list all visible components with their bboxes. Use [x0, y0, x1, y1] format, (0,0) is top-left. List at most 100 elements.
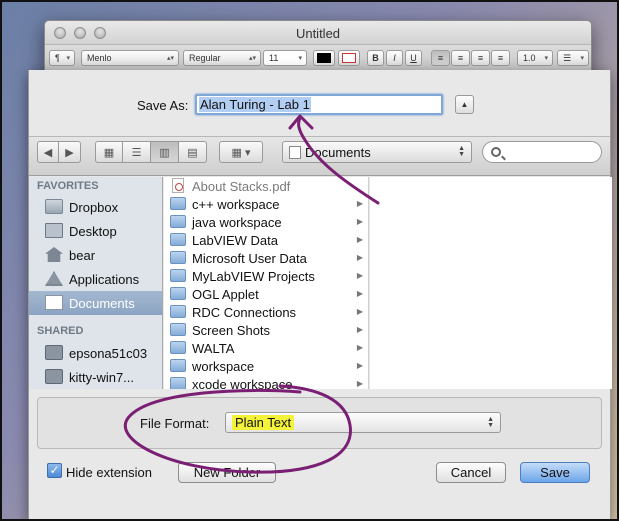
sidebar-item-label: epsona51c03 [69, 345, 148, 361]
view-coverflow-button[interactable]: ▤ [179, 141, 207, 163]
save-button[interactable]: Save [520, 462, 590, 483]
list-item[interactable]: Screen Shots ▶ [164, 321, 368, 339]
desktop-icon [45, 223, 63, 238]
text-color-swatch[interactable] [313, 50, 335, 66]
checkmark-icon: ✓ [49, 463, 60, 477]
font-family-select[interactable]: Menlo ▴▾ [81, 50, 179, 66]
underline-button[interactable]: U [405, 50, 422, 66]
file-name: OGL Applet [192, 286, 259, 302]
pdf-file-icon [172, 178, 184, 193]
sidebar-item-label: Documents [69, 295, 135, 311]
list-item[interactable]: LabVIEW Data ▶ [164, 231, 368, 249]
save-sheet: Save As: Alan Turing - Lab 1 ▲ ◀ ▶ ▦ ☰ ▥… [28, 70, 612, 521]
list-icon: ☰ [563, 52, 572, 63]
list-view-icon: ☰ [131, 146, 142, 159]
list-item[interactable]: java workspace ▶ [164, 213, 368, 231]
line-spacing-select[interactable]: 1.0 ▾ [517, 50, 553, 66]
sidebar-item-label: Desktop [69, 223, 117, 239]
hide-extension-checkbox[interactable]: ✓ [47, 463, 62, 478]
align-right-button[interactable]: ≡ [471, 50, 490, 66]
highlight-color-swatch[interactable] [338, 50, 360, 66]
font-style-select[interactable]: Regular ▴▾ [183, 50, 261, 66]
paragraph-styles-button[interactable]: ¶ ▾ [49, 50, 75, 66]
file-name: MyLabVIEW Projects [192, 268, 315, 284]
back-button[interactable]: ◀ [37, 141, 59, 163]
chevron-right-icon: ▶ [356, 235, 363, 244]
folder-icon [170, 305, 186, 318]
sidebar-item-bear[interactable]: bear [29, 243, 162, 267]
sidebar-item-documents[interactable]: Documents [29, 291, 162, 315]
shared-header: SHARED [37, 325, 84, 337]
chevron-down-icon: ▾ [580, 55, 584, 62]
format-bar: ¶ ▾ Menlo ▴▾ Regular ▴▾ 11 ▾ B I U ≡ ≡ ≡ ≡ 1… [45, 45, 591, 71]
sidebar: FAVORITES Dropbox Desktop bear Applicati… [29, 177, 163, 389]
font-size-field[interactable]: 11 ▾ [263, 50, 307, 66]
sidebar-item-desktop[interactable]: Desktop [29, 219, 162, 243]
view-list-button[interactable]: ☰ [123, 141, 151, 163]
folder-icon [170, 377, 186, 389]
forward-button[interactable]: ▶ [59, 141, 81, 163]
align-left-button[interactable]: ≡ [431, 50, 450, 66]
documents-icon [45, 295, 63, 310]
folder-icon [170, 215, 186, 228]
chevron-down-icon: ▾ [298, 55, 302, 62]
coverflow-icon: ▤ [187, 146, 198, 159]
chevron-updown-icon: ▲ ▼ [487, 416, 494, 429]
list-bullets-select[interactable]: ☰ ▾ [557, 50, 589, 66]
columns-icon: ▥ [159, 146, 170, 159]
file-name: LabVIEW Data [192, 232, 278, 248]
list-item[interactable]: About Stacks.pdf [164, 177, 368, 195]
location-popup[interactable]: Documents ▲ ▼ [282, 141, 472, 163]
file-name: xcode workspace [192, 376, 293, 390]
title-bar[interactable]: Untitled [45, 21, 591, 45]
list-item[interactable]: c++ workspace ▶ [164, 195, 368, 213]
arrange-grid-icon: ▦ ▾ [231, 146, 251, 159]
list-item[interactable]: OGL Applet ▶ [164, 285, 368, 303]
sidebar-item-kitty-win7[interactable]: kitty-win7... [29, 365, 162, 389]
sidebar-item-applications[interactable]: Applications [29, 267, 162, 291]
collapse-dialog-button[interactable]: ▲ [455, 95, 474, 114]
list-item[interactable]: workspace ▶ [164, 357, 368, 375]
view-icons-button[interactable]: ▦ [95, 141, 123, 163]
list-item[interactable]: RDC Connections ▶ [164, 303, 368, 321]
hide-extension-label: Hide extension [66, 465, 152, 480]
list-item[interactable]: Microsoft User Data ▶ [164, 249, 368, 267]
sidebar-item-dropbox[interactable]: Dropbox [29, 195, 162, 219]
bold-button[interactable]: B [367, 50, 384, 66]
folder-icon [170, 323, 186, 336]
file-name: workspace [192, 358, 255, 374]
file-format-select[interactable]: Plain Text ▲ ▼ [225, 412, 501, 433]
cancel-button[interactable]: Cancel [436, 462, 506, 483]
chevron-right-icon: ▶ [356, 361, 363, 370]
arrange-button[interactable]: ▦ ▾ [219, 141, 263, 163]
no-color-icon [342, 53, 356, 63]
home-icon [45, 247, 63, 262]
file-name: Screen Shots [192, 322, 271, 338]
new-folder-button[interactable]: New Folder [178, 462, 276, 483]
file-list-column: About Stacks.pdf c++ workspace ▶ java wor… [164, 177, 369, 389]
chevron-right-icon: ▶ [356, 343, 363, 352]
align-center-button[interactable]: ≡ [451, 50, 470, 66]
search-field[interactable] [482, 141, 602, 163]
align-left-icon: ≡ [437, 53, 444, 63]
list-item[interactable]: WALTA ▶ [164, 339, 368, 357]
sidebar-item-epsona51c03[interactable]: epsona51c03 [29, 341, 162, 365]
justify-icon: ≡ [497, 53, 504, 63]
file-name: RDC Connections [192, 304, 297, 320]
folder-icon [45, 199, 63, 214]
italic-button[interactable]: I [386, 50, 403, 66]
view-columns-button[interactable]: ▥ [151, 141, 179, 163]
folder-icon [170, 197, 186, 210]
list-item[interactable]: xcode workspace ▶ [164, 375, 368, 390]
monitor-icon [45, 369, 63, 384]
justify-button[interactable]: ≡ [491, 50, 510, 66]
file-format-label: File Format: [140, 416, 210, 431]
file-name: Microsoft User Data [192, 250, 307, 266]
list-item[interactable]: MyLabVIEW Projects ▶ [164, 267, 368, 285]
font-family-value: Menlo [87, 53, 112, 63]
sidebar-item-label: Dropbox [69, 199, 119, 215]
empty-browser-column [370, 177, 612, 389]
filename-input[interactable]: Alan Turing - Lab 1 [195, 94, 443, 115]
window-title: Untitled [295, 26, 341, 41]
chevron-right-icon: ▶ [356, 379, 363, 388]
